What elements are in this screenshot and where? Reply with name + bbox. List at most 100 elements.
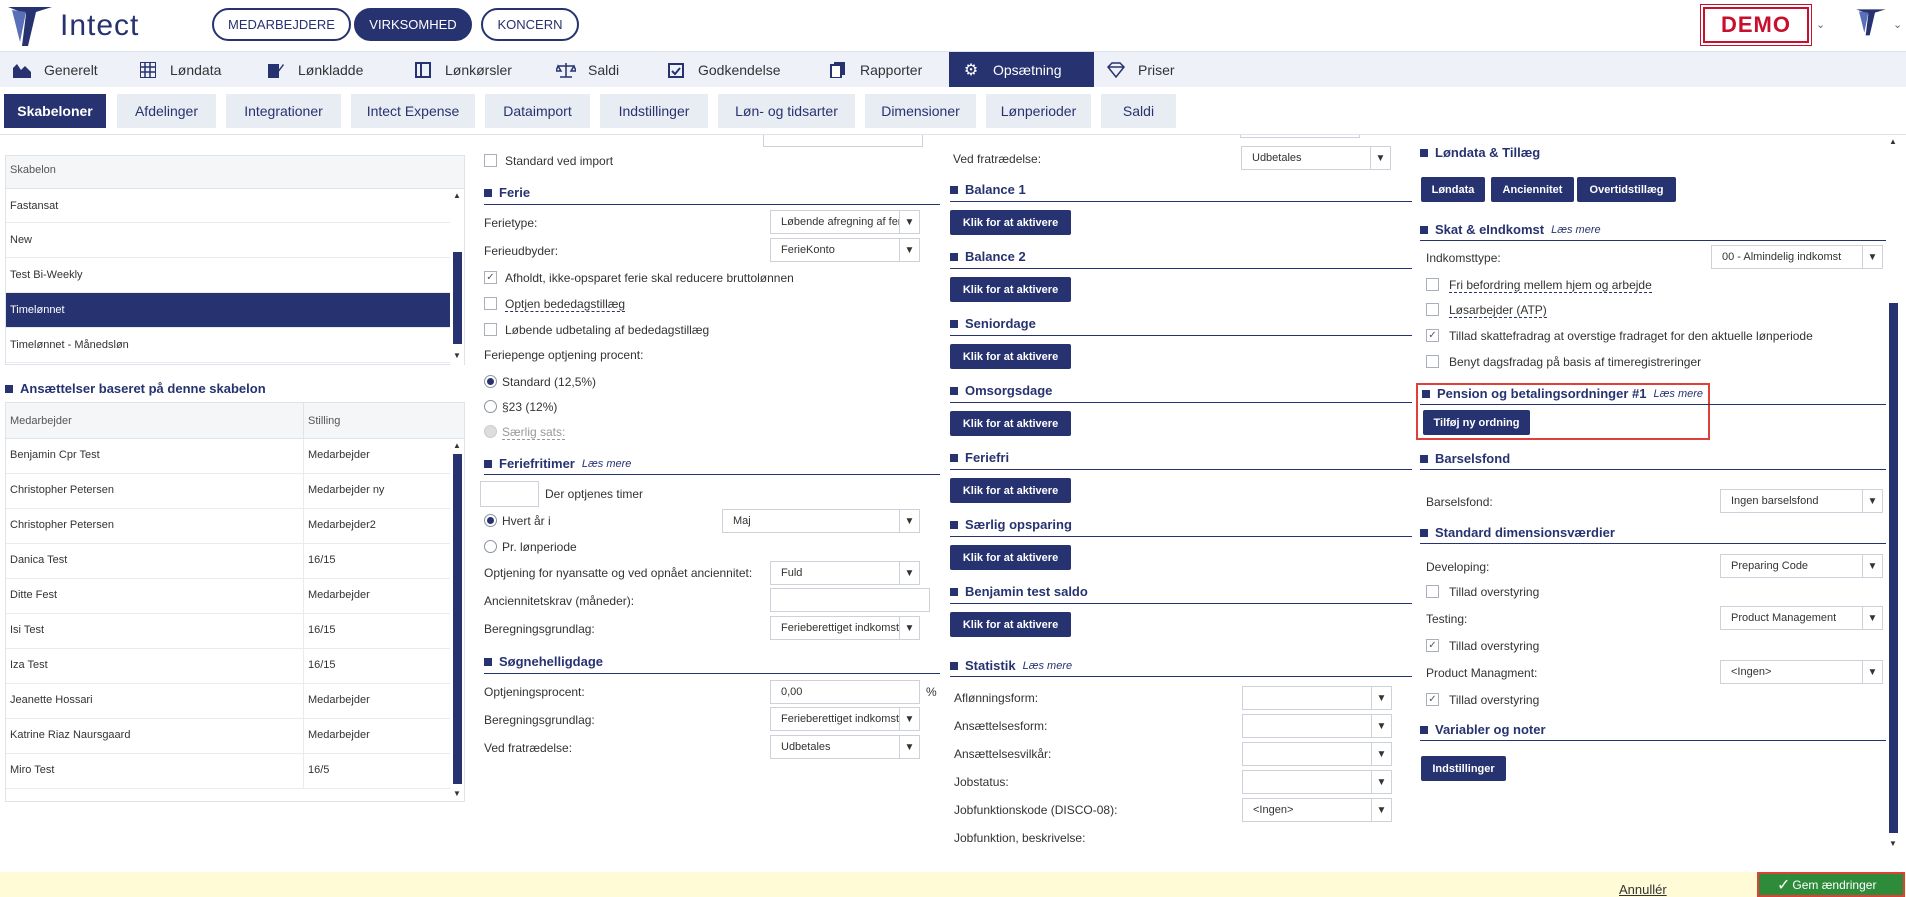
read-more-link[interactable]: Læs mere (1653, 388, 1703, 400)
scroll-down-icon[interactable]: ▼ (453, 351, 461, 360)
atp-label[interactable]: Løsarbejder (ATP) (1449, 303, 1547, 318)
subtab-loenperioder[interactable]: Lønperioder (986, 94, 1091, 128)
scroll-down-icon[interactable]: ▼ (1889, 839, 1897, 848)
nav-priser[interactable]: Priser (1094, 52, 1204, 87)
chevron-down-icon[interactable]: ⌄ (1893, 18, 1902, 31)
indstillinger-button[interactable]: Indstillinger (1421, 756, 1506, 781)
subtab-indstillinger[interactable]: Indstillinger (600, 94, 708, 128)
scroll-up-icon[interactable]: ▲ (453, 191, 461, 200)
month-select[interactable]: Maj ▼ (722, 509, 920, 533)
ferieudbyder-select[interactable]: FerieKonto ▼ (770, 238, 920, 262)
commute-label[interactable]: Fri befordring mellem hjem og arbejde (1449, 278, 1652, 293)
subtab-saldi[interactable]: Saldi (1101, 94, 1176, 128)
save-button[interactable]: ✓ Gem ændringer (1757, 872, 1905, 897)
ferietype-select[interactable]: Løbende afregning af feriep ▼ (770, 210, 920, 234)
developing-select[interactable]: Preparing Code ▼ (1720, 554, 1883, 578)
scope-tab-medarbejdere[interactable]: MEDARBEJDERE (212, 8, 351, 41)
scope-tab-koncern[interactable]: KONCERN (481, 8, 579, 41)
income-type-select[interactable]: 00 - Almindelig indkomst ▼ (1711, 245, 1883, 269)
stat-vilkaar-select[interactable]: ▼ (1242, 742, 1392, 766)
nav-opsaetning[interactable]: ⚙ Opsætning (949, 52, 1094, 87)
template-item[interactable]: Fastansat (6, 189, 450, 223)
barselsfond-select[interactable]: Ingen barselsfond ▼ (1720, 489, 1883, 513)
table-row[interactable]: Christopher Petersen Medarbejder ny (6, 474, 450, 509)
new-employee-select[interactable]: Fuld ▼ (770, 561, 920, 585)
demo-badge[interactable]: DEMO (1700, 4, 1812, 46)
overtidstillaeg-button[interactable]: Overtidstillæg (1577, 177, 1676, 202)
p23-rate-radio[interactable] (484, 400, 497, 413)
activate-button[interactable]: Klik for at aktivere (950, 612, 1071, 637)
testing-select[interactable]: Product Management ▼ (1720, 606, 1883, 630)
nav-generelt[interactable]: Generelt (0, 52, 126, 87)
stat-ansaettelsesform-select[interactable]: ▼ (1242, 714, 1392, 738)
developing-override-checkbox[interactable] (1426, 585, 1439, 598)
seniority-input[interactable] (770, 588, 930, 612)
table-row[interactable]: Iza Test 16/15 (6, 649, 450, 684)
page-scrollbar[interactable]: ▲ ▼ (1886, 135, 1900, 853)
yearly-radio[interactable] (484, 514, 497, 527)
activate-button[interactable]: Klik for at aktivere (950, 545, 1071, 570)
activate-button[interactable]: Klik for at aktivere (950, 411, 1071, 436)
template-item[interactable]: Timelønnet - Månedsløn (6, 328, 450, 363)
read-more-link[interactable]: Læs mere (1551, 224, 1601, 236)
holiday-pct-input[interactable]: 0,00 (770, 680, 920, 704)
nav-loenkladde[interactable]: Lønkladde (254, 52, 401, 87)
subtab-dimensioner[interactable]: Dimensioner (865, 94, 976, 128)
nav-loenkoersler[interactable]: Lønkørsler (401, 52, 544, 87)
special-rate-radio[interactable] (484, 425, 497, 438)
column-medarbejder[interactable]: Medarbejder (10, 415, 72, 427)
resign-select[interactable]: Udbetales ▼ (1241, 146, 1391, 170)
activate-button[interactable]: Klik for at aktivere (950, 478, 1071, 503)
stat-jobstatus-select[interactable]: ▼ (1242, 770, 1392, 794)
standard-rate-radio[interactable] (484, 375, 497, 388)
table-row[interactable]: Benjamin Cpr Test Medarbejder (6, 439, 450, 474)
activate-button[interactable]: Klik for at aktivere (950, 210, 1071, 235)
daily-deduction-checkbox[interactable] (1426, 355, 1439, 368)
read-more-link[interactable]: Læs mere (1023, 660, 1073, 672)
nav-loendata[interactable]: Løndata (126, 52, 254, 87)
employments-scrollbar[interactable]: ▲ ▼ (450, 439, 464, 801)
user-avatar[interactable] (1855, 6, 1887, 41)
scope-tab-virksomhed[interactable]: VIRKSOMHED (354, 8, 472, 41)
subtab-integrationer[interactable]: Integrationer (226, 94, 341, 128)
commute-checkbox[interactable] (1426, 278, 1439, 291)
nav-saldi[interactable]: Saldi (544, 52, 654, 87)
nav-rapporter[interactable]: Rapporter (816, 52, 949, 87)
std-import-checkbox[interactable] (484, 154, 497, 167)
tax-deduction-checkbox[interactable]: ✓ (1426, 329, 1439, 342)
template-item-selected[interactable]: Timelønnet (6, 293, 450, 328)
scroll-up-icon[interactable]: ▲ (1889, 137, 1897, 146)
table-row[interactable]: Danica Test 16/15 (6, 544, 450, 579)
holiday-resign-select[interactable]: Udbetales ▼ (770, 735, 920, 759)
subtab-loen-og-tidsarter[interactable]: Løn- og tidsarter (718, 94, 855, 128)
column-stilling[interactable]: Stilling (308, 415, 340, 427)
subtab-dataimport[interactable]: Dataimport (485, 94, 590, 128)
chevron-down-icon[interactable]: ⌄ (1816, 18, 1825, 31)
activate-button[interactable]: Klik for at aktivere (950, 344, 1071, 369)
per-period-radio[interactable] (484, 540, 497, 553)
bededag-label[interactable]: Optjen bededagstillæg (505, 297, 626, 312)
cancel-link[interactable]: Annullér (1619, 882, 1667, 897)
scroll-down-icon[interactable]: ▼ (453, 789, 461, 798)
subtab-skabeloner[interactable]: Skabeloner (4, 94, 106, 128)
stat-afloenning-select[interactable]: ▼ (1242, 686, 1392, 710)
atp-checkbox[interactable] (1426, 303, 1439, 316)
bededag-payout-checkbox[interactable] (484, 323, 497, 336)
bededag-checkbox[interactable] (484, 297, 497, 310)
intect-logo[interactable]: Intect (6, 4, 139, 48)
table-row[interactable]: Christopher Petersen Medarbejder2 (6, 509, 450, 544)
table-row[interactable]: Jeanette Hossari Medarbejder (6, 684, 450, 719)
scroll-up-icon[interactable]: ▲ (453, 441, 461, 450)
product-managment-select[interactable]: <Ingen> ▼ (1720, 660, 1883, 684)
subtab-intect-expense[interactable]: Intect Expense (351, 94, 475, 128)
product-override-checkbox[interactable]: ✓ (1426, 693, 1439, 706)
basis-select[interactable]: Ferieberettiget indkomst ▼ (770, 616, 920, 640)
reduce-gross-checkbox[interactable]: ✓ (484, 271, 497, 284)
template-scrollbar[interactable]: ▲ ▼ (450, 189, 464, 365)
anciennitet-button[interactable]: Anciennitet (1491, 177, 1574, 202)
activate-button[interactable]: Klik for at aktivere (950, 277, 1071, 302)
subtab-afdelinger[interactable]: Afdelinger (117, 94, 216, 128)
add-pension-button[interactable]: Tilføj ny ordning (1423, 410, 1530, 435)
nav-godkendelse[interactable]: Godkendelse (654, 52, 816, 87)
table-row[interactable]: Isi Test 16/15 (6, 614, 450, 649)
